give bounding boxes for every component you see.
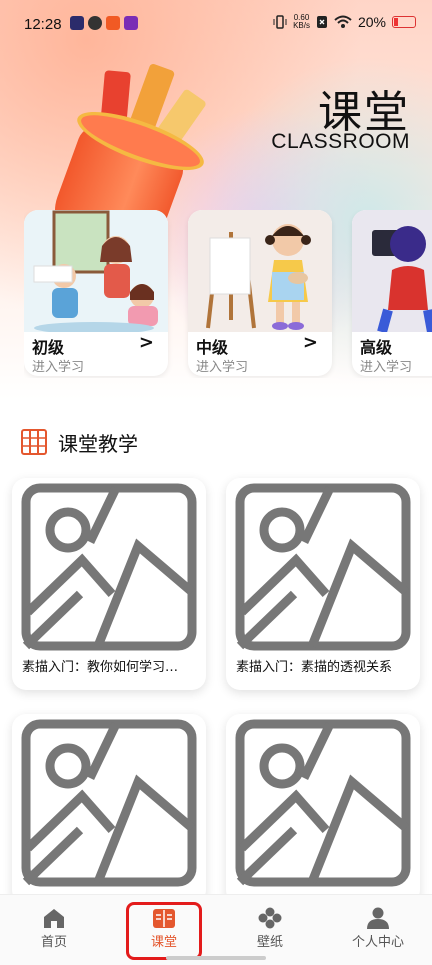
image-placeholder-icon [21,719,197,887]
chevron-right-icon: > [138,332,154,353]
level-carousel[interactable]: 初级 > 进入学习 中级 > 进入学习 高级 进入学习 [24,210,432,378]
level-card-intermediate[interactable]: 中级 > 进入学习 [188,210,332,376]
image-placeholder-icon [21,483,197,651]
beginner-illustration [24,210,168,332]
level-card-beginner[interactable]: 初级 > 进入学习 [24,210,168,376]
home-icon [44,909,64,928]
lesson-card[interactable] [12,714,206,904]
status-time: 12:28 [24,16,62,33]
tab-profile[interactable]: 个人中心 [338,901,418,959]
level-name: 中级 [196,338,229,357]
tab-home[interactable]: 首页 [14,901,94,959]
app-notification-icon [124,16,138,30]
image-placeholder-icon [235,719,411,887]
tab-label: 壁纸 [256,935,283,950]
section-header: 课堂教学 [20,426,138,458]
lesson-card[interactable]: 素描入门：素描的透视关系 [226,478,420,690]
selection-highlight [126,902,202,960]
battery-icon [392,16,416,28]
level-hint: 进入学习 [360,360,413,375]
bottom-tab-bar: 首页 课堂 壁纸 个人中心 [0,894,432,965]
image-placeholder-icon [235,483,411,651]
level-name: 高级 [360,338,393,357]
tab-wallpaper[interactable]: 壁纸 [230,901,310,959]
home-indicator [166,956,266,960]
lesson-card[interactable] [226,714,420,904]
level-card-advanced[interactable]: 高级 进入学习 [352,210,432,376]
app-notification-icon [88,16,102,30]
tab-label: 个人中心 [351,935,404,950]
bookshelf-icon [21,429,47,455]
person-icon [367,907,389,929]
level-hint: 进入学习 [32,360,85,375]
lesson-card[interactable]: 素描入门：教你如何学习… [12,478,206,690]
lesson-title: 素描入门：教你如何学习… [22,660,179,675]
status-bar: 12:28 0.60 KB/s 20% [0,0,432,50]
network-speed: 0.60 KB/s [293,13,310,30]
sim-off-icon [316,16,327,28]
app-notification-icon [70,16,84,30]
app-notification-icon [106,16,120,30]
advanced-illustration [352,210,432,332]
chevron-right-icon: > [302,332,318,353]
level-name: 初级 [32,338,65,357]
page-subtitle: CLASSROOM [271,130,410,153]
level-hint: 进入学习 [196,360,249,375]
tab-label: 首页 [40,935,67,950]
battery-percent: 20% [357,14,386,30]
section-title: 课堂教学 [58,431,138,456]
lesson-title: 素描入门：素描的透视关系 [236,660,393,675]
intermediate-illustration [188,210,332,332]
flower-icon [258,907,282,929]
wifi-icon [334,15,352,28]
vibrate-icon [273,15,287,29]
